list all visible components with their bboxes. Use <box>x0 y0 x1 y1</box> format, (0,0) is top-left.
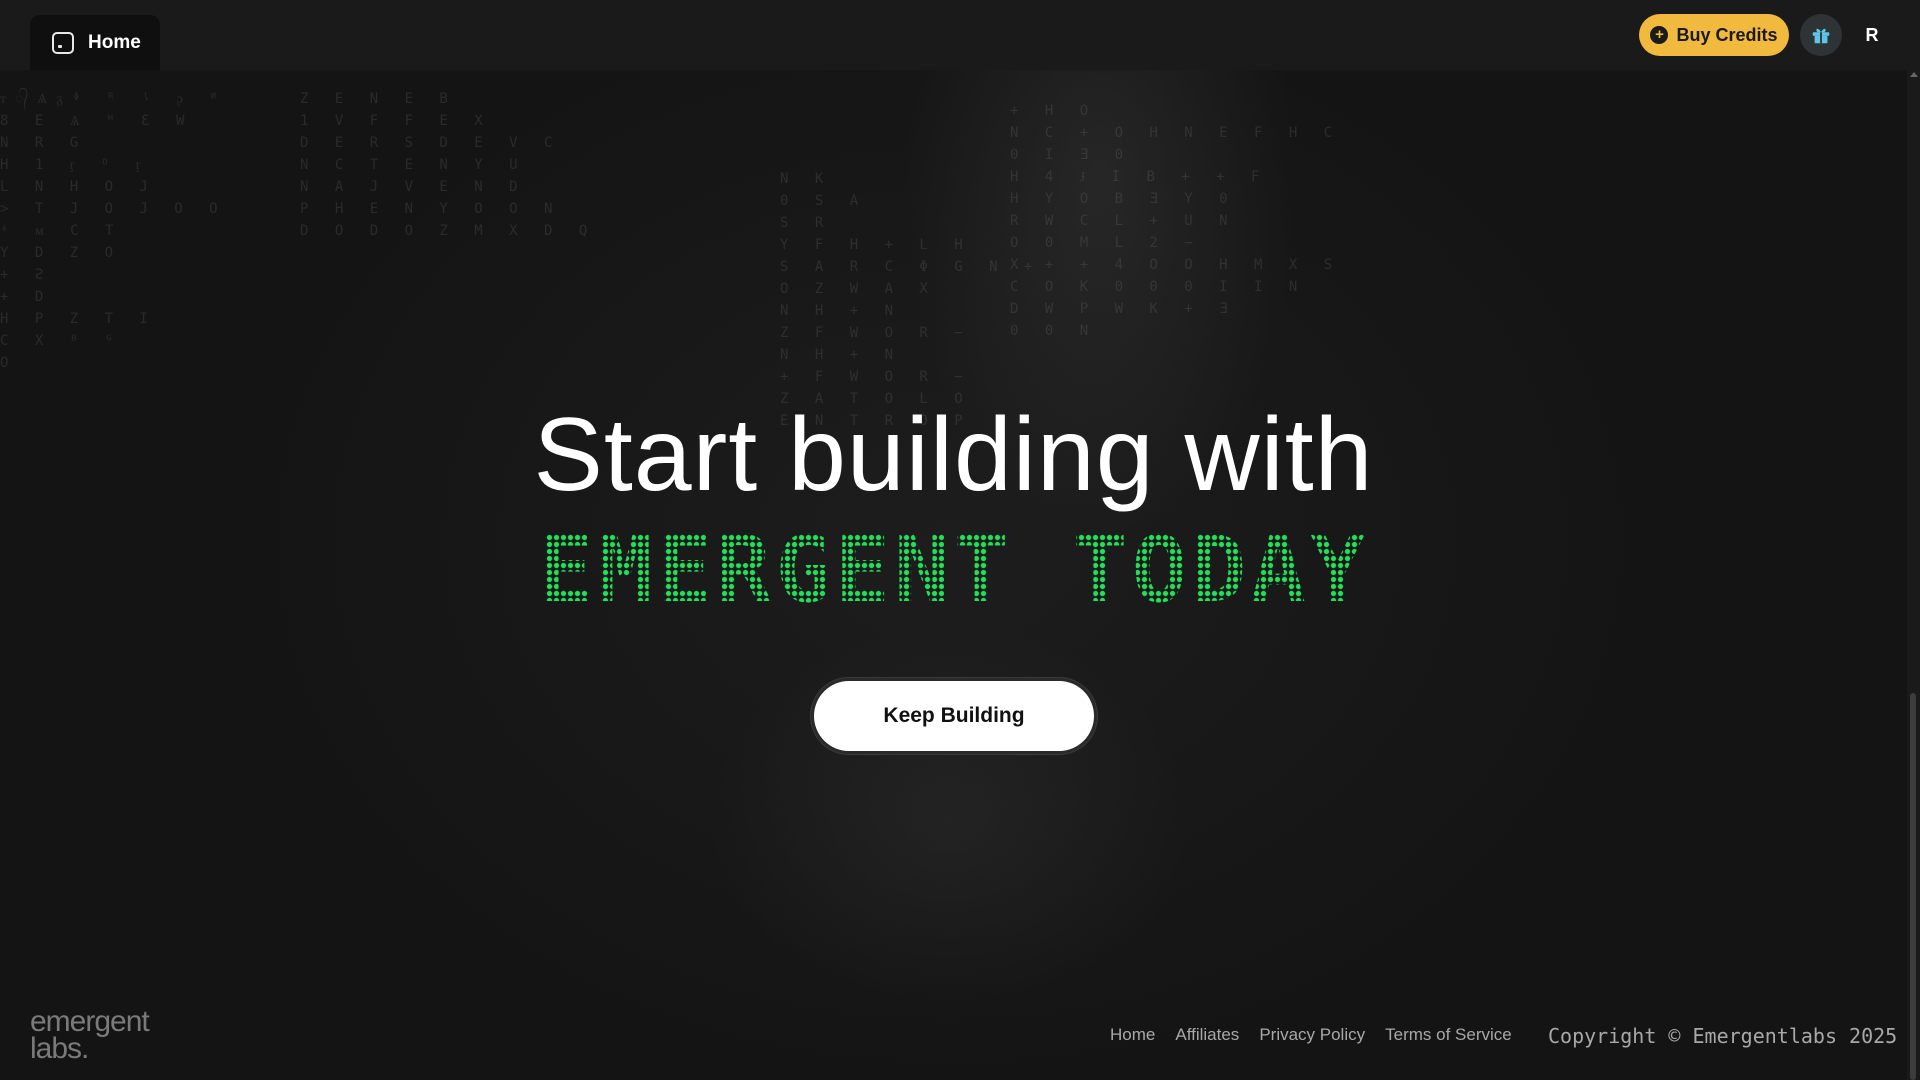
keep-building-button[interactable]: Keep Building <box>814 681 1094 751</box>
page: ᴛ᭄Ѧᵹᶲ ᴿ ᶪ ᶗ ᴻ 8 E Ѧ ᴴ Ɛ W N R G H 1 ᶉ ᴼ … <box>0 0 1920 1080</box>
gift-icon <box>1812 28 1830 44</box>
hero-title: Start building with <box>533 397 1374 513</box>
top-bar: Home + Buy Credits R <box>0 0 1920 70</box>
matrix-text-mid: N K 0 S A S R Y F H + L H S A R C Φ G N … <box>780 171 1042 429</box>
copyright-text: Copyright © Emergentlabs 2025 <box>1548 1024 1898 1048</box>
home-tab-label: Home <box>88 31 141 53</box>
footer-links: Home Affiliates Privacy Policy Terms of … <box>1110 1025 1512 1045</box>
emergent-labs-logo[interactable]: emergent labs. <box>30 1005 150 1065</box>
footer-link-terms-of-service[interactable]: Terms of Service <box>1385 1025 1512 1045</box>
matrix-text-right: + H O N C + O H N E F H C 0 I Ǝ 0 H 4 Ɉ … <box>1010 103 1342 339</box>
window-icon <box>52 31 74 54</box>
plus-circle-icon: + <box>1650 26 1669 44</box>
gift-button[interactable] <box>1800 14 1842 56</box>
avatar[interactable]: R <box>1851 14 1893 56</box>
footer-link-privacy-policy[interactable]: Privacy Policy <box>1259 1025 1365 1045</box>
matrix-text-left: ᴛ᭄Ѧᵹᶲ ᴿ ᶪ ᶗ ᴻ 8 E Ѧ ᴴ Ɛ W N R G H 1 ᶉ ᴼ … <box>0 91 227 371</box>
buy-credits-button[interactable]: + Buy Credits <box>1639 14 1789 56</box>
footer-link-affiliates[interactable]: Affiliates <box>1175 1025 1239 1045</box>
home-tab[interactable]: Home <box>30 15 160 70</box>
matrix-text-mid-left: Z E N E B 1 V F F E X D E R S D E V C N … <box>300 91 597 239</box>
logo-line-1: emergent <box>30 1005 150 1038</box>
footer-link-home[interactable]: Home <box>1110 1025 1155 1045</box>
avatar-initial: R <box>1865 24 1879 45</box>
scrollbar-thumb[interactable] <box>1910 693 1916 1080</box>
scroll-up-arrow-icon[interactable] <box>1910 72 1918 77</box>
hero-accent-text: EMERGENT TODAY <box>0 520 1907 620</box>
logo-line-2: labs. <box>30 1032 89 1065</box>
buy-credits-label: Buy Credits <box>1676 24 1778 45</box>
